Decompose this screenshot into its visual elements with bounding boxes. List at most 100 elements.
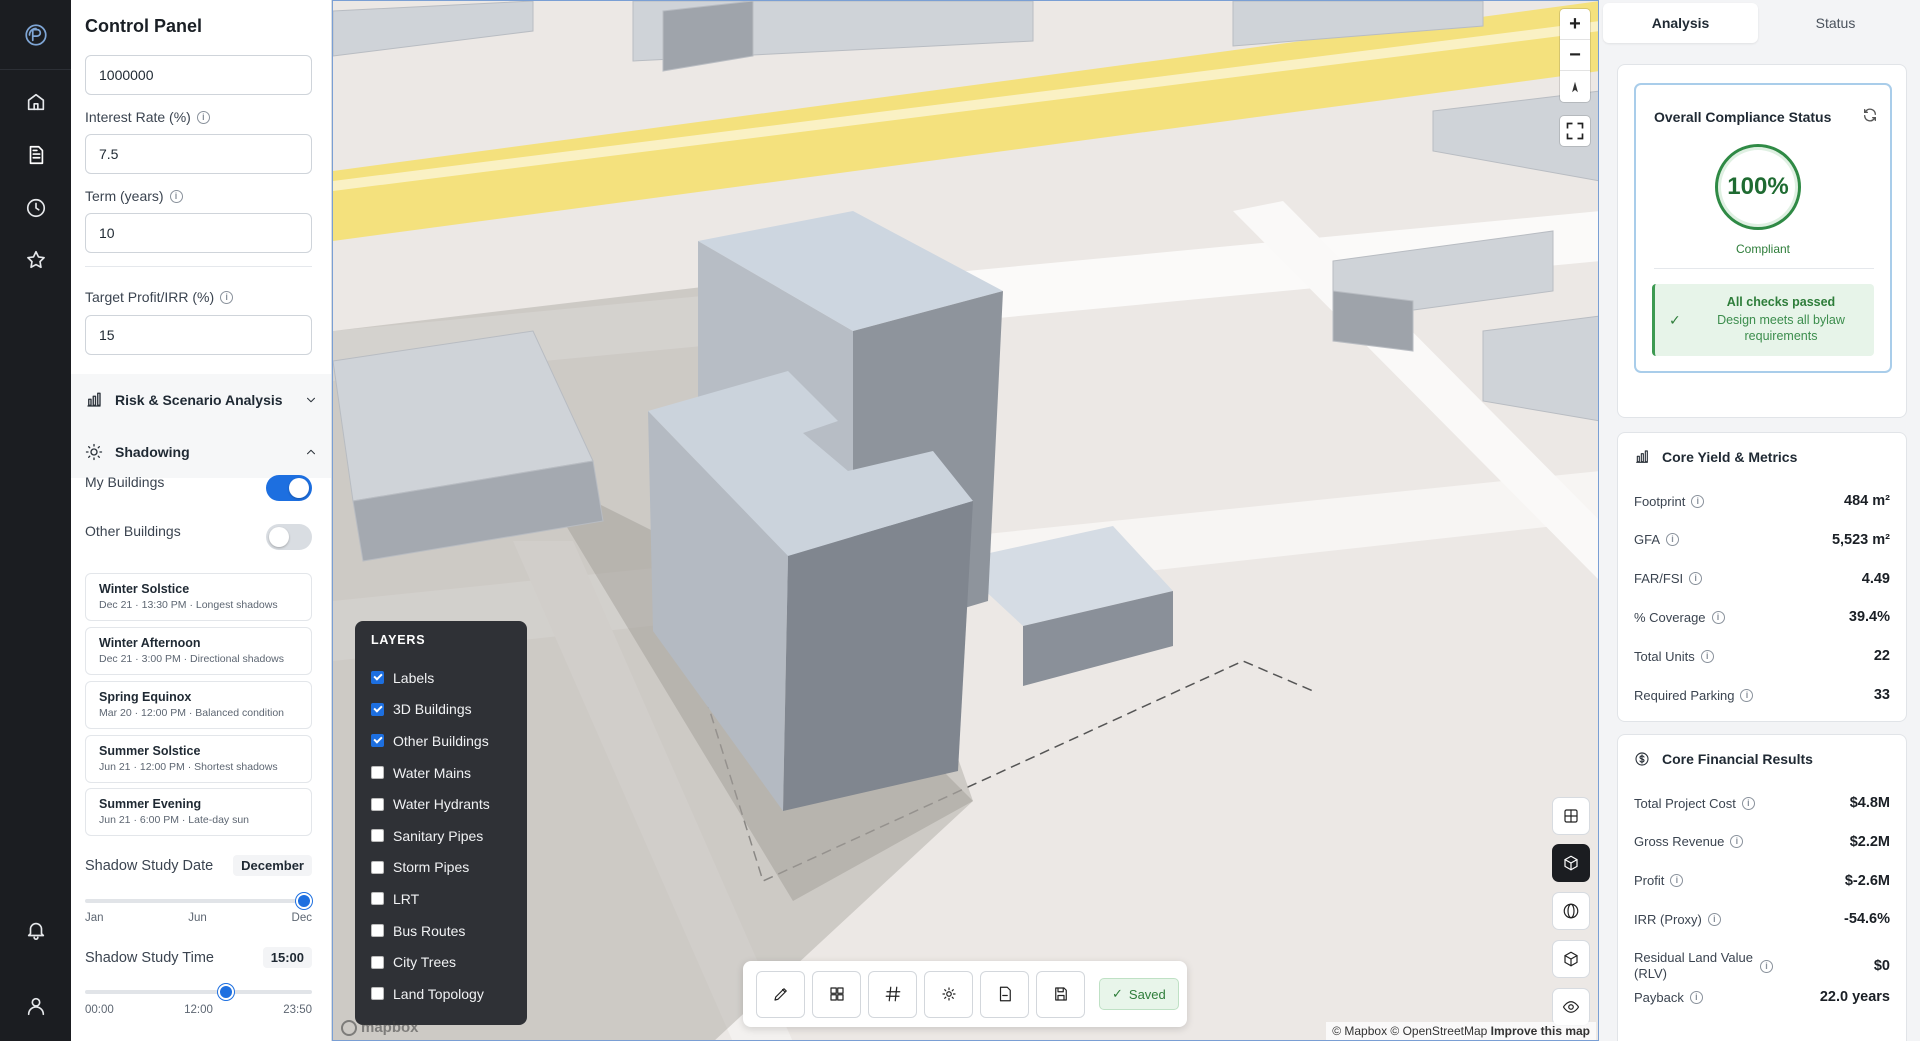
grid-view-button[interactable]	[1552, 797, 1590, 835]
info-icon[interactable]: i	[1691, 494, 1705, 508]
info-icon[interactable]: i	[169, 189, 183, 203]
layer-item[interactable]: Storm Pipes	[371, 852, 527, 884]
3d-view-button[interactable]	[1552, 844, 1590, 882]
layer-item[interactable]: Other Buildings	[371, 725, 527, 757]
documents-nav-button[interactable]	[0, 129, 71, 181]
improve-map-link[interactable]: Improve this map	[1491, 1024, 1590, 1038]
layer-checkbox[interactable]	[371, 766, 384, 780]
home-icon	[27, 93, 44, 111]
interest-rate-input[interactable]: 7.5	[85, 134, 312, 174]
financial-card-header: Core Financial Results	[1634, 751, 1813, 767]
layer-checkbox[interactable]	[371, 955, 384, 969]
zoom-in-button[interactable]: +	[1560, 9, 1590, 40]
refresh-icon[interactable]	[1862, 107, 1878, 123]
shadow-date-ticks: Jan Jun Dec	[85, 912, 312, 924]
other-buildings-toggle[interactable]	[266, 524, 312, 550]
my-buildings-toggle[interactable]	[266, 475, 312, 501]
layer-checkbox[interactable]	[371, 702, 384, 716]
saved-label: Saved	[1128, 986, 1166, 1002]
info-icon[interactable]: i	[1741, 796, 1755, 810]
globe-view-button[interactable]	[1552, 892, 1590, 930]
metric-value: 4.49	[1861, 570, 1890, 587]
shadow-time-slider[interactable]	[85, 984, 312, 1000]
info-icon[interactable]: i	[1730, 835, 1744, 849]
shadowing-section-header[interactable]: Shadowing	[71, 426, 331, 478]
attribution-text[interactable]: © Mapbox © OpenStreetMap	[1332, 1024, 1487, 1038]
home-nav-button[interactable]	[0, 76, 71, 128]
export-document-button[interactable]	[980, 970, 1029, 1018]
shadowing-section-label: Shadowing	[115, 444, 190, 460]
info-icon[interactable]: i	[220, 290, 234, 304]
layer-checkbox[interactable]	[371, 734, 384, 748]
layer-checkbox[interactable]	[371, 671, 384, 685]
info-icon[interactable]: i	[1670, 874, 1684, 888]
preset-spring-equinox[interactable]: Spring Equinox Mar 20 · 12:00 PM · Balan…	[85, 681, 312, 729]
info-icon[interactable]: i	[1740, 688, 1754, 702]
info-icon[interactable]: i	[1711, 610, 1725, 624]
tab-analysis[interactable]: Analysis	[1603, 3, 1758, 43]
shadow-time-label: Shadow Study Time	[85, 949, 214, 966]
metric-row: Profit i $-2.6M	[1634, 873, 1890, 889]
app-logo[interactable]	[0, 0, 71, 70]
favorites-nav-button[interactable]	[0, 234, 71, 286]
tab-status[interactable]: Status	[1758, 3, 1913, 43]
info-icon[interactable]: i	[1666, 533, 1680, 547]
layer-item[interactable]: Land Topology	[371, 978, 527, 1010]
visibility-button[interactable]	[1552, 988, 1590, 1026]
layer-item[interactable]: City Trees	[371, 946, 527, 978]
layer-checkbox[interactable]	[371, 860, 384, 874]
compliance-percent: 100%	[1715, 144, 1801, 230]
sun-study-button[interactable]	[924, 970, 973, 1018]
info-icon[interactable]: i	[1700, 649, 1714, 663]
layer-item[interactable]: Water Hydrants	[371, 788, 527, 820]
info-icon[interactable]: i	[1689, 990, 1703, 1004]
layer-item[interactable]: LRT	[371, 883, 527, 915]
preset-winter-solstice[interactable]: Winter Solstice Dec 21 · 13:30 PM · Long…	[85, 573, 312, 621]
layer-item[interactable]: Labels	[371, 662, 527, 694]
metric-label: Total Units i	[1634, 649, 1714, 664]
layout-button[interactable]	[812, 970, 861, 1018]
compass-button[interactable]	[1560, 71, 1590, 102]
info-icon[interactable]: i	[1707, 912, 1721, 926]
history-nav-button[interactable]	[0, 182, 71, 234]
risk-section-header[interactable]: Risk & Scenario Analysis	[71, 374, 331, 426]
preset-summer-solstice[interactable]: Summer Solstice Jun 21 · 12:00 PM · Shor…	[85, 735, 312, 783]
zoom-out-button[interactable]: −	[1560, 40, 1590, 71]
target-profit-input[interactable]: 15	[85, 315, 312, 355]
layer-checkbox[interactable]	[371, 797, 384, 811]
map-view[interactable]: + − LAYERS Labels 3D Buildings Other Build…	[332, 0, 1599, 1041]
analysis-panel: Analysis Status Overall Compliance Statu…	[1599, 0, 1920, 1041]
layer-checkbox[interactable]	[371, 829, 384, 843]
layer-checkbox[interactable]	[371, 924, 384, 938]
layer-item[interactable]: 3D Buildings	[371, 694, 527, 726]
icon-rail	[0, 0, 71, 1041]
layer-checkbox[interactable]	[371, 892, 384, 906]
profile-nav-button[interactable]	[0, 980, 71, 1032]
layer-item[interactable]: Water Mains	[371, 757, 527, 789]
info-icon[interactable]: i	[1760, 959, 1773, 973]
interest-rate-label-text: Interest Rate (%)	[85, 109, 191, 125]
target-profit-label-text: Target Profit/IRR (%)	[85, 289, 215, 305]
layer-item[interactable]: Sanitary Pipes	[371, 820, 527, 852]
shadow-date-slider[interactable]	[85, 893, 312, 909]
model-view-button[interactable]	[1552, 940, 1590, 978]
info-icon[interactable]: i	[1689, 572, 1703, 586]
notifications-nav-button[interactable]	[0, 904, 71, 956]
slider-thumb[interactable]	[296, 893, 312, 909]
layer-checkbox[interactable]	[371, 987, 384, 1001]
save-button[interactable]	[1036, 970, 1085, 1018]
layer-item[interactable]: Bus Routes	[371, 915, 527, 947]
draw-button[interactable]	[756, 970, 805, 1018]
slider-thumb[interactable]	[217, 984, 234, 1000]
metric-label: Total Project Cost i	[1634, 796, 1755, 811]
mapbox-logo[interactable]: mapbox	[341, 1019, 419, 1036]
info-icon[interactable]: i	[196, 110, 210, 124]
grid-hash-button[interactable]	[868, 970, 917, 1018]
term-input[interactable]: 10	[85, 213, 312, 253]
loan-amount-input[interactable]: 1000000	[85, 55, 312, 95]
fullscreen-button[interactable]	[1560, 116, 1590, 146]
preset-summer-evening[interactable]: Summer Evening Jun 21 · 6:00 PM · Late-d…	[85, 788, 312, 836]
preset-winter-afternoon[interactable]: Winter Afternoon Dec 21 · 3:00 PM · Dire…	[85, 627, 312, 675]
preset-detail: Jun 21 · 12:00 PM · Shortest shadows	[99, 761, 278, 773]
metric-row: Residual Land Value (RLV) i $0	[1634, 950, 1890, 982]
